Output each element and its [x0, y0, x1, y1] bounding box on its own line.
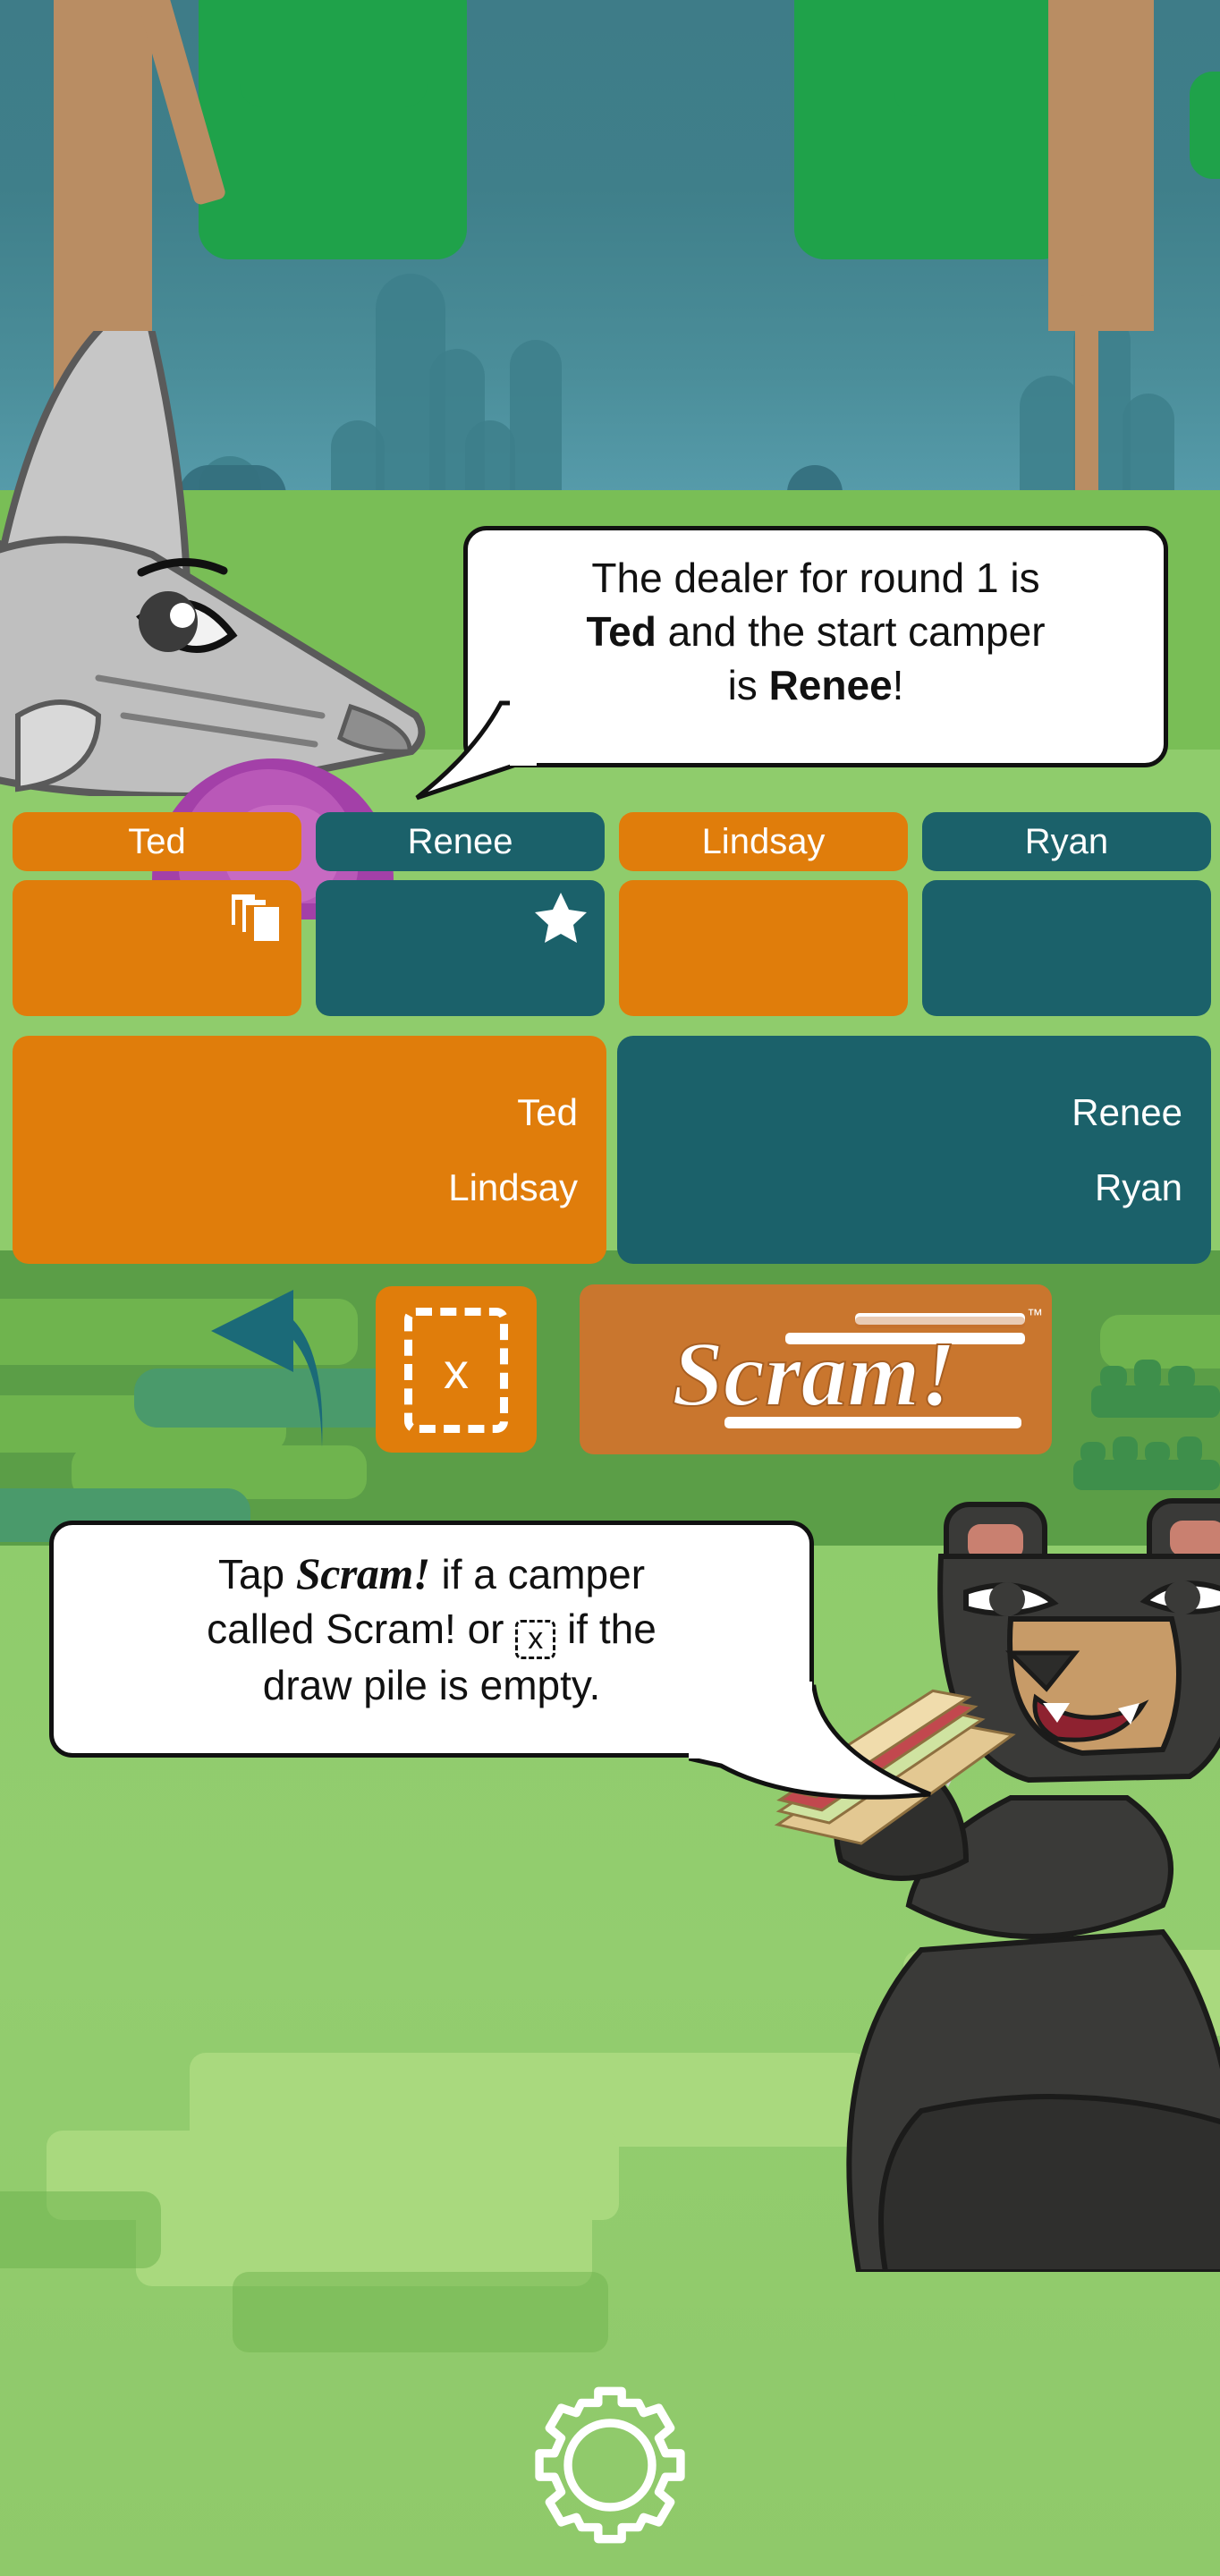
team-panel-orange[interactable]: Ted Lindsay [13, 1036, 606, 1264]
team-panel-teal[interactable]: Renee Ryan [617, 1036, 1211, 1264]
player-name-row: Ted Renee Lindsay Ryan [13, 812, 1211, 871]
player-name-1: Renee [407, 821, 513, 861]
announcement-line-2: and the start camper [667, 607, 1046, 655]
svg-text:™: ™ [1027, 1306, 1043, 1324]
opossum-character [0, 331, 426, 796]
hint-text-3: called Scram! or [207, 1606, 504, 1652]
team-teal-member-1: Ryan [1094, 1165, 1182, 1208]
player-name-0: Ted [128, 821, 186, 861]
hint-scram-word: Scram! [295, 1548, 430, 1598]
player-hand-row [13, 880, 1211, 1016]
team-orange-member-1: Lindsay [448, 1165, 578, 1208]
hint-text-1: Tap [217, 1551, 285, 1597]
back-arrow-icon[interactable] [208, 1288, 324, 1449]
empty-draw-pile-card-button[interactable]: x [376, 1286, 537, 1453]
team-orange-member-0: Ted [517, 1090, 578, 1133]
start-camper-name: Renee [768, 661, 893, 708]
player-pill-3[interactable]: Ryan [922, 812, 1211, 871]
team-panels: Ted Lindsay Renee Ryan [13, 1036, 1211, 1264]
gear-icon[interactable] [526, 2381, 694, 2549]
scram-button[interactable]: Scram! ™ Scram! [580, 1284, 1052, 1454]
hint-bubble-tail [689, 1682, 931, 1800]
game-screen: The dealer for round 1 is Ted and the st… [0, 0, 1220, 2576]
hint-text-2: if a camper [441, 1551, 646, 1597]
announcement-line-1: The dealer for round 1 is [591, 555, 1040, 601]
player-name-3: Ryan [1024, 821, 1109, 861]
player-hand-2[interactable] [619, 880, 908, 1016]
star-icon [535, 893, 587, 943]
player-hand-3[interactable] [922, 880, 1211, 1016]
announcement-exclaim: ! [892, 661, 904, 708]
x-card-label: x [404, 1308, 508, 1433]
dealer-name: Ted [586, 607, 657, 655]
player-name-2: Lindsay [701, 821, 826, 861]
announcement-bubble: The dealer for round 1 is Ted and the st… [463, 526, 1168, 767]
player-pill-0[interactable]: Ted [13, 812, 301, 871]
bear-character [774, 1498, 1220, 2272]
card-stack-icon [232, 894, 279, 941]
player-hand-1[interactable] [316, 880, 605, 1016]
player-pill-1[interactable]: Renee [316, 812, 605, 871]
hint-text-5: draw pile is empty. [262, 1661, 601, 1708]
player-hand-0[interactable] [13, 880, 301, 1016]
team-teal-member-0: Renee [1072, 1090, 1182, 1133]
scram-logo-text: Scram! [672, 1323, 956, 1426]
announcement-line-3: is [727, 661, 758, 708]
hint-text-4: if the [567, 1606, 657, 1652]
player-pill-2[interactable]: Lindsay [619, 812, 908, 871]
scram-logo: Scram! ™ [671, 1306, 1043, 1428]
hint-x-card-icon: x [515, 1620, 556, 1659]
announcement-bubble-tail [415, 698, 537, 801]
